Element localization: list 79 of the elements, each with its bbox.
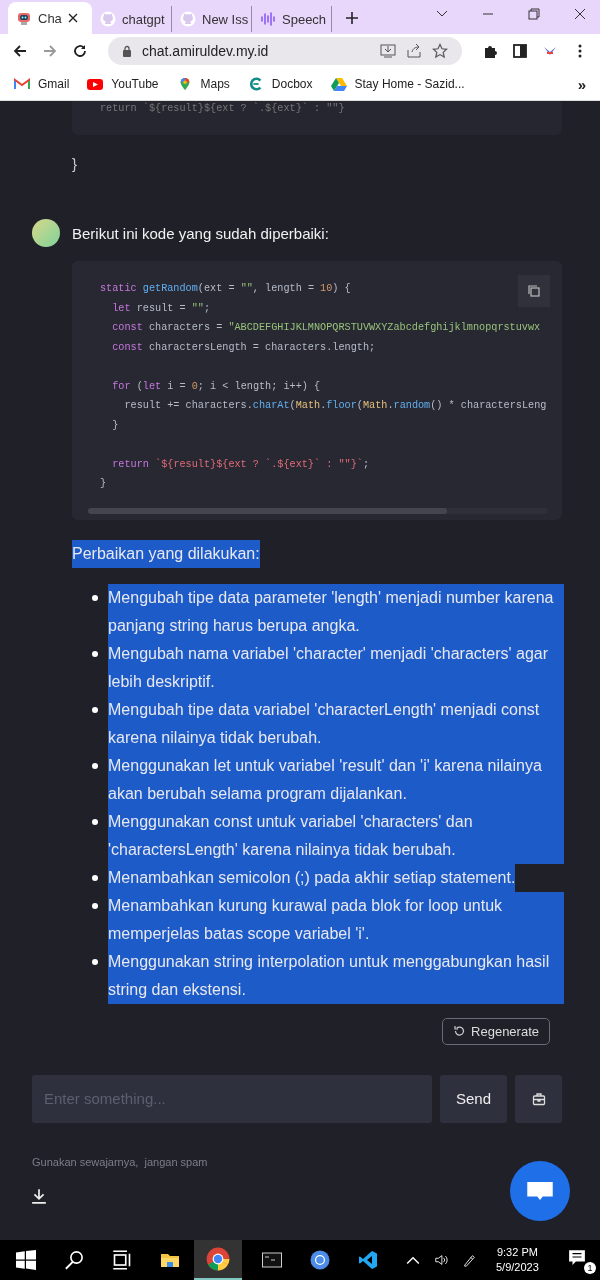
- reload-icon[interactable]: [72, 43, 88, 59]
- heading-text: Perbaikan yang dilakukan:: [72, 539, 260, 568]
- list-item: Menggunakan let untuk variabel 'result' dan 'i' karena nilainya akan berubah selama program dijalankan.: [108, 751, 564, 808]
- robot-icon: [16, 10, 32, 26]
- github-icon: [100, 11, 116, 27]
- toolbox-icon: [531, 1091, 546, 1106]
- code-line: return `${result}${ext ? `.${ext}` : ""}`;: [111, 457, 370, 472]
- code-line: }: [100, 477, 107, 491]
- docbox-icon: [247, 77, 264, 91]
- browser-icon[interactable]: [310, 1250, 330, 1270]
- more-bookmarks[interactable]: »: [577, 75, 586, 93]
- new-tab-icon[interactable]: [346, 12, 358, 24]
- browser-tab[interactable]: chatgpt: [92, 6, 172, 32]
- notifications-button[interactable]: 1: [568, 1246, 596, 1274]
- code-editor-icon[interactable]: [358, 1250, 378, 1270]
- avatar: [32, 219, 60, 247]
- refresh-icon: [453, 1025, 466, 1037]
- download-icon[interactable]: [31, 1187, 47, 1204]
- drive-icon: [330, 77, 347, 91]
- restore-icon[interactable]: [528, 8, 540, 20]
- scrollbar[interactable]: [88, 507, 548, 514]
- message-icon: [568, 1248, 586, 1266]
- side-panel-icon[interactable]: [512, 43, 528, 59]
- code-line: static getRandom(ext = "", length = 10) {: [100, 282, 351, 296]
- code-line: const characters = "ABCDEFGHIJKLMNOPQRSTUVWXYZabcdefghijklmnopqrstuvwx: [111, 321, 541, 335]
- install-icon[interactable]: [380, 43, 396, 59]
- list-item: Mengubah tipe data variabel 'characterLength' menjadi const karena nilainya tidak berubah.: [108, 695, 564, 752]
- copy-button[interactable]: [518, 275, 550, 307]
- bookmark[interactable]: Maps: [176, 77, 230, 91]
- taskbar-app[interactable]: [194, 1240, 242, 1280]
- github-icon: [180, 11, 196, 27]
- code-line: result += characters.charAt(Math.floor(Math.random() * charactersLeng: [123, 399, 547, 413]
- browser-tab[interactable]: New Iss: [172, 6, 252, 32]
- browser-icon: [206, 1247, 230, 1271]
- browser-tab[interactable]: Cha: [8, 2, 92, 34]
- list-item: Mengubah tipe data parameter 'length' menjadi number karena panjang string harus berupa angka.: [108, 583, 564, 640]
- waveform-icon: [260, 11, 276, 27]
- terminal-icon[interactable]: [262, 1250, 282, 1270]
- volume-icon[interactable]: [434, 1253, 448, 1267]
- close-icon[interactable]: [67, 13, 78, 23]
- clock[interactable]: 9:32 PM 5/9/2023: [496, 1245, 539, 1275]
- code-line: return `${result}${ext ? `.${ext}` : ""}: [100, 103, 345, 114]
- address-bar[interactable]: chat.amiruldev.my.id: [108, 37, 462, 65]
- list-item: Menambahkan kurung kurawal pada blok for loop untuk memperjelas batas scope variabel 'i'.: [108, 891, 564, 948]
- list-item: Menggunakan const untuk variabel 'characters' dan 'charactersLength' karena nilainya tidak berubah.: [108, 807, 564, 864]
- message-text: Berikut ini kode yang sudah diperbaiki:: [72, 224, 329, 242]
- code-line: const charactersLength = characters.length;: [111, 340, 376, 355]
- browser-tab[interactable]: Speech: [252, 6, 332, 32]
- share-icon[interactable]: [406, 43, 422, 59]
- chat-button[interactable]: [510, 1161, 570, 1221]
- toolbox-button[interactable]: [515, 1074, 562, 1123]
- star-icon[interactable]: [432, 43, 448, 59]
- code-line: for (let i = 0; i < length; i++) {: [111, 379, 321, 394]
- send-button[interactable]: Send: [440, 1074, 507, 1123]
- lock-icon: [122, 45, 132, 57]
- back-icon[interactable]: [12, 43, 28, 59]
- code-line: let result = "";: [111, 301, 211, 316]
- search-icon[interactable]: [64, 1250, 84, 1270]
- task-view-icon[interactable]: [112, 1250, 132, 1270]
- bookmark[interactable]: Gmail: [14, 77, 70, 91]
- mail-icon: [14, 77, 30, 91]
- close-icon[interactable]: [574, 8, 586, 20]
- bookmark[interactable]: YouTube: [87, 77, 159, 91]
- bookmark[interactable]: Docbox: [247, 77, 313, 91]
- bookmark[interactable]: Stay Home - Sazid...: [330, 77, 465, 91]
- list-item: Menambahkan semicolon (;) pada akhir setiap statement.: [108, 863, 516, 892]
- puzzle-icon[interactable]: [482, 43, 498, 59]
- copy-icon: [528, 285, 540, 297]
- footer-note: Gunakan sewajarnya, jangan spam: [32, 1155, 209, 1168]
- regenerate-button[interactable]: Regenerate: [442, 1017, 550, 1045]
- list-item: Mengubah nama variabel 'character' menjadi 'characters' agar lebih deskriptif.: [108, 639, 564, 696]
- forward-icon[interactable]: [42, 43, 58, 59]
- chat-bubble-icon: [526, 1181, 554, 1201]
- list-item: Menggunakan string interpolation untuk menggabungkan hasil string dan ekstensi.: [108, 947, 564, 1004]
- code-line: }: [111, 418, 119, 433]
- play-icon: [87, 77, 104, 91]
- pen-icon[interactable]: [462, 1253, 476, 1267]
- code-line: }: [72, 155, 78, 174]
- windows-start-icon[interactable]: [16, 1250, 36, 1270]
